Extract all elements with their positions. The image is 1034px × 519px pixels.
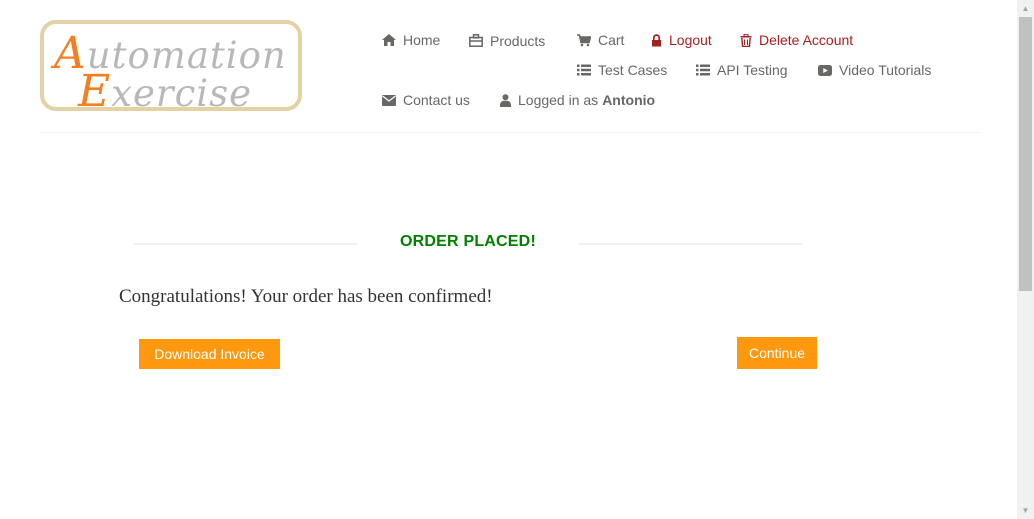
order-placed-title: ORDER PLACED! bbox=[400, 233, 536, 250]
logo-rest-exercise: xercise bbox=[111, 72, 253, 115]
page: Automation Exercise Home Products Cart L… bbox=[0, 0, 1034, 519]
logo-cap-e: E bbox=[78, 66, 112, 117]
nav-test-cases-label: Test Cases bbox=[598, 62, 668, 78]
nav-delete-account[interactable]: Delete Account bbox=[740, 33, 853, 47]
scroll-up-arrow[interactable]: ▲ bbox=[1017, 0, 1034, 17]
download-invoice-button[interactable]: Download Invoice bbox=[139, 339, 280, 369]
nav-api-testing-label: API Testing bbox=[717, 62, 788, 78]
cart-icon bbox=[577, 33, 591, 47]
trash-icon bbox=[740, 33, 752, 47]
nav-logout[interactable]: Logout bbox=[651, 33, 712, 47]
nav-video-tutorials-label: Video Tutorials bbox=[839, 62, 932, 78]
user-icon bbox=[500, 93, 511, 107]
lock-icon bbox=[651, 33, 662, 47]
nav-contact-us[interactable]: Contact us bbox=[382, 93, 470, 107]
nav-delete-account-label: Delete Account bbox=[759, 32, 854, 48]
nav-contact-us-label: Contact us bbox=[403, 92, 470, 108]
nav-home-label: Home bbox=[403, 32, 441, 48]
logged-in-prefix: Logged in as bbox=[518, 92, 599, 108]
list-icon bbox=[577, 63, 591, 77]
vertical-scrollbar[interactable]: ▲ ▼ bbox=[1017, 0, 1034, 519]
scroll-thumb[interactable] bbox=[1019, 17, 1032, 291]
home-icon bbox=[382, 33, 396, 47]
products-icon bbox=[469, 33, 483, 47]
nav-cart[interactable]: Cart bbox=[577, 33, 624, 47]
site-logo[interactable]: Automation Exercise bbox=[40, 20, 302, 114]
nav-products-label: Products bbox=[490, 33, 546, 49]
nav-test-cases[interactable]: Test Cases bbox=[577, 63, 667, 77]
continue-button[interactable]: Continue bbox=[737, 337, 817, 369]
nav-cart-label: Cart bbox=[598, 32, 625, 48]
nav-logout-label: Logout bbox=[669, 32, 712, 48]
envelope-icon bbox=[382, 93, 396, 107]
nav-home[interactable]: Home bbox=[382, 33, 440, 47]
nav-products[interactable]: Products bbox=[469, 33, 546, 49]
list-icon bbox=[696, 63, 710, 77]
title-divider-right bbox=[578, 243, 802, 245]
youtube-icon bbox=[818, 63, 832, 77]
title-divider-left bbox=[134, 243, 358, 245]
nav-api-testing[interactable]: API Testing bbox=[696, 63, 788, 77]
nav-video-tutorials[interactable]: Video Tutorials bbox=[818, 63, 931, 77]
scroll-down-arrow[interactable]: ▼ bbox=[1017, 502, 1034, 519]
logo-line-exercise: Exercise bbox=[78, 70, 252, 114]
order-confirmation-message: Congratulations! Your order has been con… bbox=[119, 286, 493, 307]
logged-in-username: Antonio bbox=[602, 92, 656, 108]
nav-logged-in-as: Logged in as Antonio bbox=[500, 93, 655, 107]
header-divider bbox=[40, 132, 980, 133]
